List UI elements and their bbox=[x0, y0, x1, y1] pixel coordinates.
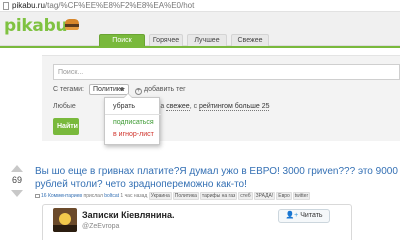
tab-best[interactable]: Лучшее bbox=[187, 34, 227, 46]
post-meta: 16 Комментариев прислал boltcat 1 час на… bbox=[35, 192, 400, 201]
sort-rating-prefix: , с bbox=[189, 103, 198, 110]
chevron-down-icon bbox=[119, 88, 125, 91]
tag-menu-ignore[interactable]: в игнор-лист bbox=[105, 129, 161, 141]
tag-menu-subscribe[interactable]: подписаться bbox=[105, 117, 161, 129]
post-tag[interactable]: Украина bbox=[148, 192, 172, 200]
sort-rating-link[interactable]: рейтингом больше 25 bbox=[199, 103, 270, 111]
site-logo[interactable]: pikabu bbox=[4, 17, 68, 35]
avatar[interactable] bbox=[53, 208, 77, 232]
tags-label: С тегами: bbox=[53, 86, 84, 93]
author-link[interactable]: boltcat bbox=[104, 193, 119, 199]
header-divider bbox=[0, 46, 400, 48]
avatar-ground bbox=[53, 225, 77, 232]
plus-icon: + bbox=[135, 88, 142, 95]
tab-fresh[interactable]: Свежее bbox=[231, 34, 269, 46]
comments-icon bbox=[35, 194, 40, 198]
sort-any[interactable]: Любые bbox=[53, 103, 76, 110]
comments-link[interactable]: 16 Комментариев bbox=[41, 193, 82, 199]
post-tag[interactable]: Политика bbox=[172, 192, 199, 200]
post-rating: 69 bbox=[11, 175, 22, 185]
tweet-author-handle[interactable]: @ZeEvropa bbox=[82, 222, 119, 231]
add-tag-label: добавить тег bbox=[144, 86, 186, 93]
search-input[interactable] bbox=[53, 64, 400, 80]
post-title[interactable]: Вы шо еще в гривнах платите?Я думал ужо … bbox=[35, 165, 400, 191]
url-text[interactable]: pikabu.ru/tag/%CF%EE%E8%F2%E8%EA%E0/hot bbox=[12, 1, 194, 11]
find-button[interactable]: Найти bbox=[53, 118, 79, 135]
post-tag[interactable]: ЗРАДА! bbox=[253, 192, 276, 200]
tab-hot[interactable]: Горячее bbox=[149, 34, 183, 46]
add-person-icon: 👤+ bbox=[285, 212, 299, 219]
post-tag[interactable]: twitter bbox=[292, 192, 311, 200]
sort-fresh-link[interactable]: свежее bbox=[166, 103, 190, 111]
tab-search[interactable]: Поиск bbox=[99, 34, 145, 46]
downvote-arrow-icon[interactable] bbox=[11, 190, 23, 197]
menu-divider bbox=[105, 114, 161, 115]
tag-menu: убрать подписаться в игнор-лист bbox=[104, 93, 161, 145]
posted-by-label: прислал bbox=[83, 193, 103, 199]
vote-box: 69 bbox=[6, 165, 28, 225]
page-icon bbox=[3, 2, 9, 10]
post-tag[interactable]: стеб bbox=[238, 192, 253, 200]
follow-button[interactable]: 👤+ Читать bbox=[278, 209, 330, 223]
add-tag-link[interactable]: + добавить тег bbox=[135, 85, 186, 95]
post-time: 1 час назад bbox=[120, 193, 148, 199]
url-path: /tag/%CF%EE%E8%F2%E8%EA%E0/hot bbox=[44, 1, 195, 10]
browser-address-bar[interactable]: pikabu.ru/tag/%CF%EE%E8%F2%E8%EA%E0/hot bbox=[0, 0, 400, 12]
follow-label: Читать bbox=[300, 212, 323, 219]
burger-logo-icon bbox=[65, 19, 79, 30]
url-host: pikabu.ru bbox=[12, 1, 45, 10]
sunset-image bbox=[59, 213, 71, 225]
post-tag[interactable]: тарифы на газ bbox=[199, 192, 238, 200]
upvote-arrow-icon[interactable] bbox=[11, 165, 23, 172]
post-tag[interactable]: Евро bbox=[276, 192, 292, 200]
menu-caret-inner bbox=[124, 94, 132, 98]
tag-menu-remove[interactable]: убрать bbox=[105, 101, 161, 113]
tweet-author-name[interactable]: Записки Кіевлянина. bbox=[82, 210, 174, 221]
sort-options: Любые, сначала свежее, с рейтингом больш… bbox=[53, 102, 270, 111]
